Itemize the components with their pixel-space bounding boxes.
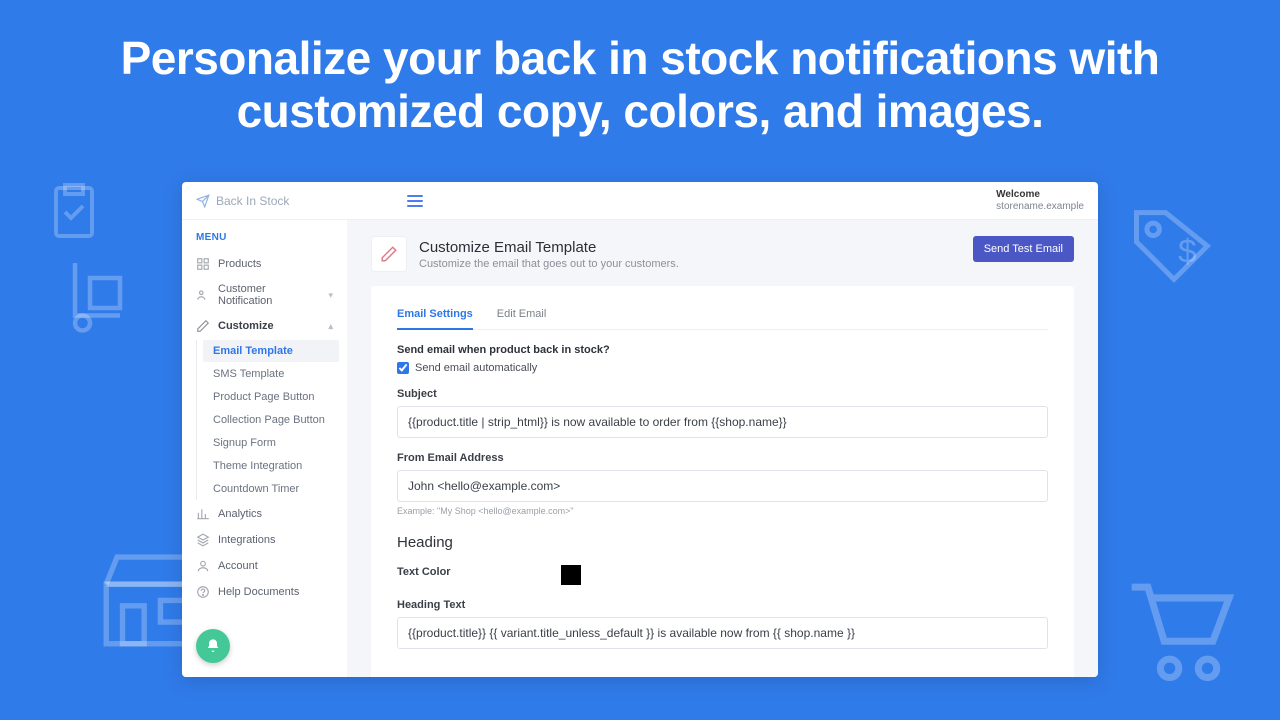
send-auto-label: Send email automatically — [415, 362, 537, 374]
subject-label: Subject — [397, 388, 1048, 400]
chart-icon — [196, 507, 210, 521]
from-input[interactable] — [397, 470, 1048, 502]
send-auto-checkbox[interactable] — [397, 362, 409, 374]
text-color-label: Text Color — [397, 566, 451, 578]
pencil-icon — [380, 245, 398, 263]
main-content: Customize Email Template Customize the e… — [347, 220, 1098, 677]
bell-icon — [205, 638, 221, 654]
heading-section-title: Heading — [397, 534, 1048, 551]
tabs: Email Settings Edit Email — [397, 300, 1048, 330]
bg-cart-icon — [1110, 560, 1240, 690]
sidebar-item-customize[interactable]: Customize ▴ — [182, 313, 347, 339]
page-title: Customize Email Template — [419, 239, 679, 256]
svg-text:$: $ — [1178, 234, 1197, 271]
tab-edit-email[interactable]: Edit Email — [497, 300, 547, 329]
sidebar-item-label: Customize — [218, 320, 274, 332]
bg-clipboard-icon — [38, 176, 110, 248]
grid-icon — [196, 257, 210, 271]
sidebar-item-label: Products — [218, 258, 261, 270]
user-icon — [196, 559, 210, 573]
sidebar-item-label: Help Documents — [218, 586, 299, 598]
sidebar-sub-theme-integration[interactable]: Theme Integration — [203, 455, 339, 477]
help-icon — [196, 585, 210, 599]
sidebar-item-products[interactable]: Products — [182, 251, 347, 277]
tab-email-settings[interactable]: Email Settings — [397, 300, 473, 330]
sidebar-sub-collection-btn[interactable]: Collection Page Button — [203, 409, 339, 431]
brand-plane-icon — [196, 194, 210, 208]
settings-card: Email Settings Edit Email Send email whe… — [371, 286, 1074, 677]
send-auto-row[interactable]: Send email automatically — [397, 362, 1048, 374]
heading-text-input[interactable] — [397, 617, 1048, 649]
users-icon — [196, 288, 210, 302]
from-label: From Email Address — [397, 452, 1048, 464]
app-window: Back In Stock Welcome storename.example … — [182, 182, 1098, 677]
sidebar-item-integrations[interactable]: Integrations — [182, 527, 347, 553]
sidebar-sub-sms-template[interactable]: SMS Template — [203, 363, 339, 385]
sidebar-sub-signup-form[interactable]: Signup Form — [203, 432, 339, 454]
sidebar-item-customer-notification[interactable]: Customer Notification ▾ — [182, 277, 347, 313]
welcome-store: storename.example — [996, 201, 1084, 213]
sidebar-sub-email-template[interactable]: Email Template — [203, 340, 339, 362]
sidebar-item-label: Customer Notification — [218, 283, 320, 307]
chevron-down-icon: ▾ — [328, 290, 333, 301]
brand-name: Back In Stock — [216, 194, 289, 208]
send-email-question: Send email when product back in stock? — [397, 344, 1048, 356]
sidebar-item-help[interactable]: Help Documents — [182, 579, 347, 605]
welcome-title: Welcome — [996, 189, 1084, 201]
sidebar-sub-countdown-timer[interactable]: Countdown Timer — [203, 478, 339, 500]
text-color-swatch[interactable] — [561, 565, 581, 585]
customize-subitems: Email Template SMS Template Product Page… — [196, 340, 347, 500]
bg-handtruck-icon — [60, 248, 150, 338]
bg-pricetag-icon: $ — [1124, 196, 1224, 296]
page-header-icon — [371, 236, 407, 272]
sidebar: MENU Products Customer Notification ▾ Cu… — [182, 220, 347, 677]
hero-headline: Personalize your back in stock notificat… — [0, 0, 1280, 158]
from-hint: Example: "My Shop <hello@example.com>" — [397, 506, 1048, 516]
topbar: Back In Stock Welcome storename.example — [182, 182, 1098, 220]
sidebar-item-label: Integrations — [218, 534, 275, 546]
sidebar-sub-product-page-btn[interactable]: Product Page Button — [203, 386, 339, 408]
hamburger-icon[interactable] — [407, 195, 423, 207]
layers-icon — [196, 533, 210, 547]
menu-header: MENU — [182, 228, 347, 251]
heading-text-label: Heading Text — [397, 599, 1048, 611]
brand: Back In Stock — [196, 194, 289, 208]
page-subtitle: Customize the email that goes out to you… — [419, 258, 679, 270]
sidebar-item-label: Analytics — [218, 508, 262, 520]
page-header: Customize Email Template Customize the e… — [371, 236, 1074, 272]
welcome-block: Welcome storename.example — [996, 189, 1084, 213]
sidebar-item-account[interactable]: Account — [182, 553, 347, 579]
subject-input[interactable] — [397, 406, 1048, 438]
pencil-icon — [196, 319, 210, 333]
sidebar-item-label: Account — [218, 560, 258, 572]
send-test-email-button[interactable]: Send Test Email — [973, 236, 1074, 262]
sidebar-item-analytics[interactable]: Analytics — [182, 501, 347, 527]
chevron-up-icon: ▴ — [328, 321, 333, 332]
notifications-fab[interactable] — [196, 629, 230, 663]
